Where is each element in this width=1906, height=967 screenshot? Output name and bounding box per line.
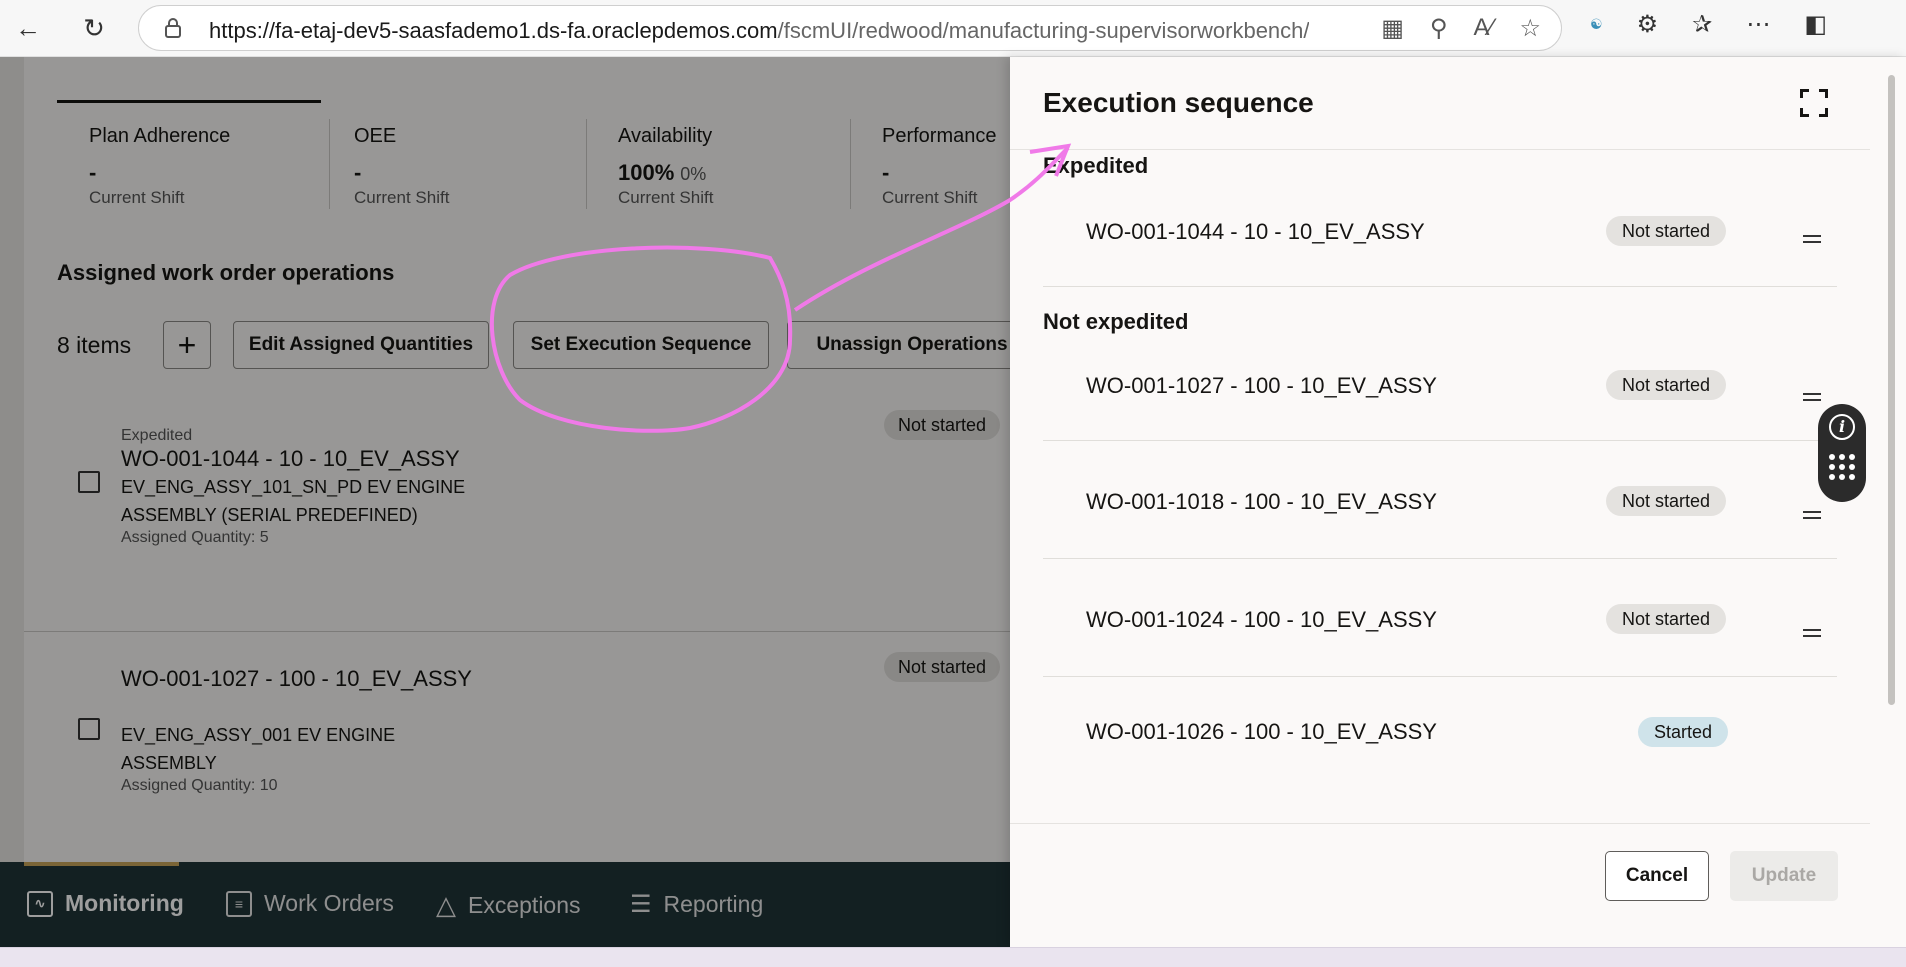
refresh-icon[interactable]: ↻: [76, 10, 112, 46]
drawer-header: Execution sequence: [1010, 57, 1870, 150]
extensions-icon[interactable]: ⚙: [1637, 10, 1659, 39]
sequence-row[interactable]: WO-001-1044 - 10 - 10_EV_ASSY Not starte…: [1043, 169, 1837, 287]
drag-handle-icon[interactable]: [1803, 393, 1821, 401]
drawer-scrollbar[interactable]: [1886, 65, 1896, 935]
metric-oee[interactable]: OEE - Current Shift: [354, 125, 614, 208]
drawer-footer: Cancel Update: [1010, 823, 1870, 947]
help-widget[interactable]: i: [1818, 404, 1866, 502]
work-order-title: WO-001-1027 - 100 - 10_EV_ASSY: [121, 666, 472, 691]
more-icon[interactable]: ⋯: [1746, 10, 1770, 39]
favorites-icon[interactable]: ✰: [1692, 10, 1712, 39]
sidebar-icon[interactable]: ◧: [1804, 10, 1827, 39]
work-order-title: WO-001-1044 - 10 - 10_EV_ASSY: [121, 446, 460, 471]
active-nav-indicator: [24, 862, 179, 866]
assigned-quantity: Assigned Quantity: 5: [121, 529, 269, 546]
warning-icon: △: [436, 890, 456, 920]
sequence-label: WO-001-1018 - 100 - 10_EV_ASSY: [1086, 489, 1437, 514]
items-count: 8 items: [57, 332, 132, 358]
status-badge: Not started: [1606, 216, 1727, 246]
priority-label: Expedited: [121, 427, 193, 444]
section-title: Assigned work order operations: [57, 260, 395, 285]
add-operation-button[interactable]: +: [163, 321, 211, 369]
report-icon: ☰: [630, 891, 652, 918]
status-badge: Not started: [1606, 486, 1727, 516]
nav-monitoring[interactable]: ∿ Monitoring: [27, 890, 184, 917]
drag-handle-icon[interactable]: [1803, 629, 1821, 637]
status-badge: Not started: [1606, 604, 1727, 634]
drawer-title: Execution sequence: [1043, 87, 1314, 118]
divider: [329, 119, 330, 209]
browser-toolbar: ← ↻ https://fa-etaj-dev5-saasfademo1.ds-…: [0, 0, 1906, 57]
edit-assigned-quantities-button[interactable]: Edit Assigned Quantities: [233, 321, 489, 369]
sequence-label: WO-001-1026 - 100 - 10_EV_ASSY: [1086, 719, 1437, 744]
url-text: https://fa-etaj-dev5-saasfademo1.ds-fa.o…: [209, 18, 1309, 43]
nav-work-orders[interactable]: ≡ Work Orders: [226, 890, 394, 917]
monitor-icon: ∿: [27, 890, 53, 917]
read-aloud-icon[interactable]: A∕: [1473, 14, 1493, 43]
sequence-row[interactable]: WO-001-1027 - 100 - 10_EV_ASSY Not start…: [1043, 323, 1837, 441]
lock-icon: [165, 18, 181, 38]
item-description: EV_ENG_ASSY_001 EV ENGINE ASSEMBLY: [121, 725, 396, 773]
execution-sequence-drawer: Execution sequence Expedited WO-001-1044…: [1010, 57, 1906, 947]
assigned-quantity: Assigned Quantity: 10: [121, 777, 278, 794]
unassign-operations-button[interactable]: Unassign Operations: [787, 321, 1037, 369]
sequence-label: WO-001-1024 - 100 - 10_EV_ASSY: [1086, 607, 1437, 632]
divider: [586, 119, 587, 209]
address-bar[interactable]: https://fa-etaj-dev5-saasfademo1.ds-fa.o…: [138, 5, 1562, 51]
back-icon[interactable]: ←: [10, 10, 46, 46]
nav-reporting[interactable]: ☰ Reporting: [630, 890, 763, 919]
sequence-row[interactable]: WO-001-1026 - 100 - 10_EV_ASSY Started: [1043, 677, 1837, 795]
expand-icon[interactable]: [1800, 89, 1828, 117]
status-badge: Started: [1638, 717, 1729, 747]
status-badge: Not started: [884, 652, 1001, 682]
scrollbar-thumb[interactable]: [1888, 75, 1895, 705]
drag-handle-icon[interactable]: [1803, 511, 1821, 519]
supervisor-workbench: Plan Adherence - Current Shift OEE - Cur…: [0, 57, 1037, 947]
row-checkbox[interactable]: [78, 471, 100, 493]
status-badge: Not started: [1606, 370, 1727, 400]
cancel-button[interactable]: Cancel: [1605, 851, 1709, 901]
bottom-navigation: ∿ Monitoring ≡ Work Orders △ Exceptions ☰ Re…: [0, 862, 1010, 947]
metric-availability[interactable]: Availability 100% 0% Current Shift: [618, 125, 878, 208]
grid-icon[interactable]: [1829, 454, 1855, 480]
drag-handle-icon[interactable]: [1803, 235, 1821, 243]
divider: [24, 631, 1010, 632]
active-tab-indicator: [57, 100, 321, 103]
sequence-row[interactable]: WO-001-1018 - 100 - 10_EV_ASSY Not start…: [1043, 441, 1837, 559]
metric-plan-adherence[interactable]: Plan Adherence - Current Shift: [89, 125, 349, 208]
sequence-label: WO-001-1027 - 100 - 10_EV_ASSY: [1086, 373, 1437, 398]
set-execution-sequence-button[interactable]: Set Execution Sequence: [513, 321, 769, 369]
info-icon[interactable]: i: [1829, 414, 1855, 440]
row-checkbox[interactable]: [78, 718, 100, 740]
favorite-star-icon[interactable]: ☆: [1519, 14, 1541, 43]
profile-logo-icon[interactable]: ☯: [1590, 16, 1603, 33]
sequence-row[interactable]: WO-001-1024 - 100 - 10_EV_ASSY Not start…: [1043, 559, 1837, 677]
status-badge: Not started: [884, 410, 1001, 440]
divider: [850, 119, 851, 209]
zoom-out-icon[interactable]: ⚲: [1430, 14, 1448, 43]
taskbar: [0, 947, 1906, 967]
update-button: Update: [1730, 851, 1838, 901]
document-icon: ≡: [226, 890, 252, 917]
item-description: EV_ENG_ASSY_101_SN_PD EV ENGINE ASSEMBLY…: [121, 477, 466, 525]
nav-exceptions[interactable]: △ Exceptions: [436, 890, 581, 921]
apps-icon[interactable]: ▦: [1381, 14, 1404, 43]
sequence-label: WO-001-1044 - 10 - 10_EV_ASSY: [1086, 219, 1425, 244]
